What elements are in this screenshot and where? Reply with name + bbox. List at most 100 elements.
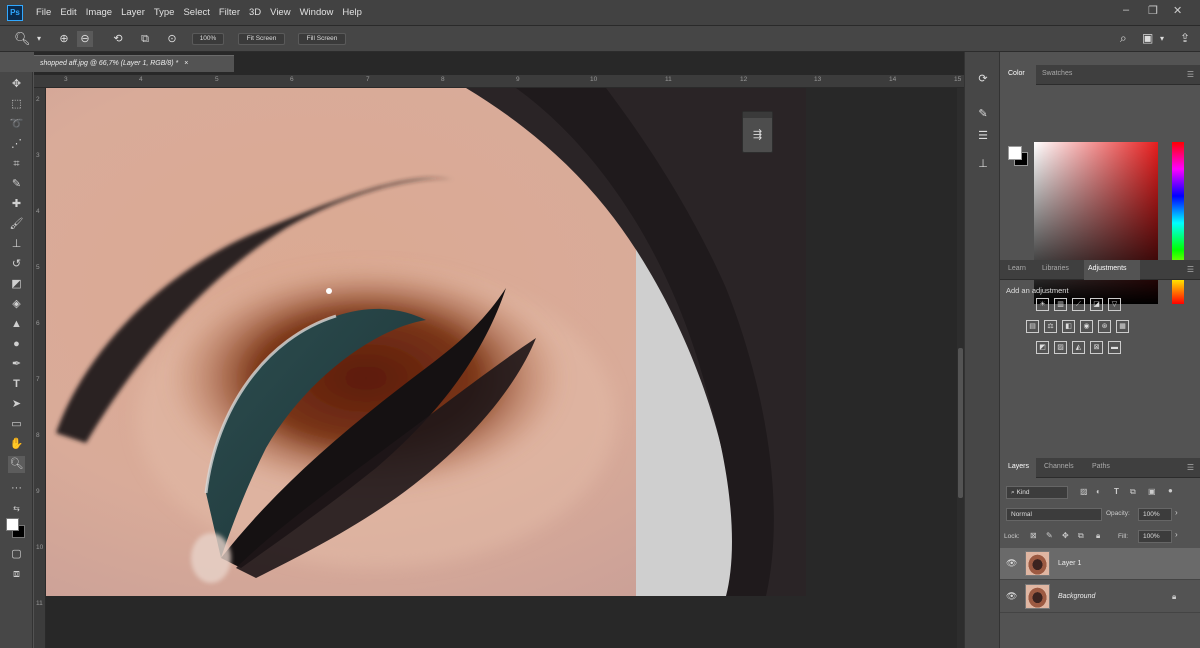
tab-adjustments[interactable]: Adjustments xyxy=(1088,265,1127,272)
eye-icon[interactable]: 👁︎ xyxy=(1006,591,1017,602)
quick-mask-icon[interactable]: ▢ xyxy=(8,546,25,563)
clone-stamp-tool-icon[interactable]: ⊥ xyxy=(8,236,25,253)
filter-adjustment-icon[interactable]: ◐ xyxy=(1096,487,1101,496)
search-icon[interactable]: ⌕ xyxy=(1120,31,1127,46)
filter-shape-icon[interactable]: ⧉ xyxy=(1130,487,1136,497)
vertical-scrollbar[interactable] xyxy=(957,88,964,648)
filter-type-icon[interactable]: T xyxy=(1114,487,1119,496)
panel-menu-icon[interactable]: ☰ xyxy=(1187,265,1194,274)
more-tools-icon[interactable]: ··· xyxy=(8,480,25,497)
marquee-tool-icon[interactable]: ⬚ xyxy=(8,96,25,113)
tab-swatches[interactable]: Swatches xyxy=(1042,70,1072,77)
lock-image-icon[interactable]: ✎ xyxy=(1046,531,1053,540)
black-white-icon[interactable]: ◧ xyxy=(1062,320,1075,333)
menu-edit[interactable]: Edit xyxy=(60,7,76,18)
eyedropper-tool-icon[interactable]: ✎ xyxy=(8,176,25,193)
lock-position-icon[interactable]: ✥ xyxy=(1062,531,1069,540)
tab-libraries[interactable]: Libraries xyxy=(1042,265,1069,272)
swap-colors-icon[interactable]: ⇆ xyxy=(8,500,25,517)
eye-icon[interactable]: 👁︎ xyxy=(1006,558,1017,569)
minimize-button[interactable]: – xyxy=(1123,4,1129,16)
filter-toggle-icon[interactable]: ● xyxy=(1168,486,1173,495)
pen-tool-icon[interactable]: ✒ xyxy=(8,356,25,373)
properties-icon[interactable]: ⇶ xyxy=(743,128,772,141)
type-tool-icon[interactable]: T xyxy=(8,376,25,393)
blend-mode-select[interactable]: Normal xyxy=(1006,508,1102,521)
menu-window[interactable]: Window xyxy=(300,7,334,18)
color-balance-icon[interactable]: ⚖ xyxy=(1044,320,1057,333)
lock-transparent-icon[interactable]: ⊠ xyxy=(1030,531,1037,540)
quick-select-tool-icon[interactable]: ⋰ xyxy=(8,136,25,153)
fill-field[interactable]: 100% xyxy=(1138,530,1172,543)
layer-row-layer-1[interactable]: 👁︎ Layer 1 xyxy=(1000,548,1200,580)
exposure-icon[interactable]: ◪ xyxy=(1090,298,1103,311)
levels-icon[interactable]: ▥ xyxy=(1054,298,1067,311)
tab-channels[interactable]: Channels xyxy=(1044,463,1074,470)
zoom-tool-icon[interactable]: 🔍︎ xyxy=(14,31,31,47)
history-brush-tool-icon[interactable]: ↺ xyxy=(8,256,25,273)
selective-color-icon[interactable]: ⊠ xyxy=(1090,341,1103,354)
resize-windows-icon[interactable]: ⟲ xyxy=(110,31,126,47)
brush-tool-icon[interactable]: 🖌︎ xyxy=(8,216,25,233)
close-icon[interactable]: × xyxy=(184,60,188,67)
layer-row-background[interactable]: 👁︎ Background 🔒︎ xyxy=(1000,581,1200,613)
zoom-out-icon[interactable]: ⊖ xyxy=(77,31,93,47)
tab-color[interactable]: Color xyxy=(1008,70,1025,77)
panel-menu-icon[interactable]: ☰ xyxy=(1187,70,1194,79)
foreground-color-swatch[interactable] xyxy=(6,518,19,531)
floating-control-panel[interactable]: ⇶ xyxy=(742,111,773,153)
menu-select[interactable]: Select xyxy=(183,7,209,18)
curves-icon[interactable]: ⟋ xyxy=(1072,298,1085,311)
crop-tool-icon[interactable]: ⌗ xyxy=(8,156,25,173)
opacity-field[interactable]: 100% xyxy=(1138,508,1172,521)
canvas-image[interactable] xyxy=(46,88,806,596)
move-tool-icon[interactable]: ✥ xyxy=(8,76,25,93)
menu-type[interactable]: Type xyxy=(154,7,175,18)
filter-pixel-icon[interactable]: ▨ xyxy=(1080,487,1088,496)
photo-filter-icon[interactable]: ◉ xyxy=(1080,320,1093,333)
lock-all-icon[interactable]: 🔒︎ xyxy=(1096,531,1100,541)
color-lookup-icon[interactable]: ▦ xyxy=(1116,320,1129,333)
menu-image[interactable]: Image xyxy=(86,7,112,18)
gradient-map-icon[interactable]: ▬ xyxy=(1108,341,1121,354)
filter-smart-object-icon[interactable]: ▣ xyxy=(1148,487,1156,496)
panel-drag-handle[interactable] xyxy=(743,112,772,118)
brush-settings-icon[interactable]: ✎ xyxy=(975,107,991,123)
fill-screen-button[interactable]: Fill Screen xyxy=(298,33,346,45)
brushes-icon[interactable]: ☰ xyxy=(975,129,991,145)
screen-mode-icon[interactable]: ⧈ xyxy=(8,566,25,583)
menu-view[interactable]: View xyxy=(270,7,290,18)
foreground-color-swatch[interactable] xyxy=(1008,146,1022,160)
tab-learn[interactable]: Learn xyxy=(1008,265,1026,272)
path-selection-tool-icon[interactable]: ➤ xyxy=(8,396,25,413)
menu-layer[interactable]: Layer xyxy=(121,7,145,18)
channel-mixer-icon[interactable]: ⊛ xyxy=(1098,320,1111,333)
workspace-icon[interactable]: ▣ xyxy=(1142,31,1153,45)
share-icon[interactable]: ⇪ xyxy=(1180,31,1190,45)
menu-help[interactable]: Help xyxy=(342,7,362,18)
clone-source-icon[interactable]: ⊥ xyxy=(975,157,991,173)
zoom-tool-icon[interactable]: 🔍︎ xyxy=(8,456,25,473)
history-icon[interactable]: ⟳ xyxy=(975,72,991,88)
paint-bucket-tool-icon[interactable]: ◈ xyxy=(8,296,25,313)
eraser-tool-icon[interactable]: ◩ xyxy=(8,276,25,293)
hand-tool-icon[interactable]: ✋ xyxy=(8,436,25,453)
lock-artboard-icon[interactable]: ⧉ xyxy=(1078,531,1084,541)
chevron-down-icon[interactable]: ▾ xyxy=(31,31,47,47)
chevron-right-icon[interactable]: › xyxy=(1175,530,1178,539)
restore-button[interactable]: ❐ xyxy=(1148,4,1158,17)
vibrance-icon[interactable]: ▽ xyxy=(1108,298,1121,311)
tab-layers[interactable]: Layers xyxy=(1008,463,1029,470)
brightness-contrast-icon[interactable]: ☀ xyxy=(1036,298,1049,311)
panel-menu-icon[interactable]: ☰ xyxy=(1187,463,1194,472)
healing-brush-tool-icon[interactable]: ✚ xyxy=(8,196,25,213)
rectangle-tool-icon[interactable]: ▭ xyxy=(8,416,25,433)
invert-icon[interactable]: ◩ xyxy=(1036,341,1049,354)
menu-filter[interactable]: Filter xyxy=(219,7,240,18)
close-button[interactable]: ✕ xyxy=(1173,4,1182,17)
hue-saturation-icon[interactable]: ▤ xyxy=(1026,320,1039,333)
dodge-tool-icon[interactable]: ● xyxy=(8,336,25,353)
zoom-100-button[interactable]: 100% xyxy=(192,33,224,45)
chevron-right-icon[interactable]: › xyxy=(1175,508,1178,517)
posterize-icon[interactable]: ▨ xyxy=(1054,341,1067,354)
